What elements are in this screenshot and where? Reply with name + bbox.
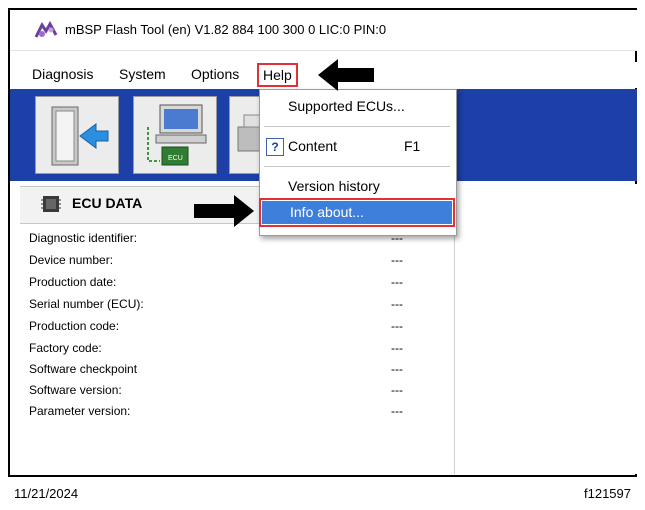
data-value: --- [391, 275, 403, 289]
ecu-connect-button[interactable]: ECU [133, 96, 217, 174]
menu-separator [264, 166, 450, 167]
data-value: --- [391, 297, 403, 311]
data-label: Production code: [29, 319, 120, 333]
data-value: --- [391, 319, 403, 333]
data-row: Software version: --- [25, 383, 445, 401]
pointer-arrow-icon [318, 59, 374, 91]
figure-id: f121597 [584, 486, 631, 501]
menu-system[interactable]: System [119, 66, 166, 82]
data-row: Production date: --- [25, 275, 445, 293]
ecu-chip-icon [41, 196, 61, 212]
menu-item-supported-ecus[interactable]: Supported ECUs... [260, 94, 456, 120]
svg-text:ECU: ECU [168, 155, 183, 162]
mbsp-logo-icon [34, 21, 58, 38]
menu-options[interactable]: Options [191, 66, 239, 82]
help-menu-dropdown: Supported ECUs... ? Content F1 Version h… [259, 89, 457, 236]
data-label: Factory code: [29, 341, 102, 355]
menu-item-shortcut: F1 [404, 138, 421, 154]
data-label: Parameter version: [29, 404, 131, 418]
data-value: --- [391, 383, 403, 397]
data-value: --- [391, 253, 403, 267]
ecu-data-title: ECU DATA [72, 195, 143, 211]
menu-item-label: Info about... [290, 204, 364, 220]
menu-item-label: Content [288, 138, 338, 154]
data-label: Device number: [29, 253, 114, 267]
menu-item-info-about[interactable]: Info about... [259, 198, 455, 227]
menu-item-content[interactable]: ? Content F1 [260, 134, 456, 160]
data-value: --- [391, 404, 403, 418]
data-value: --- [391, 341, 403, 355]
menu-item-label: Version history [288, 178, 380, 194]
menu-item-version-history[interactable]: Version history [260, 174, 456, 200]
exit-door-icon [51, 106, 109, 166]
data-row: Serial number (ECU): --- [25, 297, 445, 315]
menu-item-label: Supported ECUs... [288, 98, 405, 114]
help-question-icon: ? [266, 138, 284, 156]
menu-separator [264, 126, 450, 127]
menu-help[interactable]: Help [257, 63, 298, 87]
pointer-arrow-icon [194, 195, 254, 227]
data-label: Software checkpoint [29, 362, 138, 376]
footer-date: 11/21/2024 [14, 486, 79, 501]
data-row: Parameter version: --- [25, 404, 445, 422]
data-label: Diagnostic identifier: [29, 231, 138, 245]
data-row: Software checkpoint --- [25, 362, 445, 380]
exit-button[interactable] [35, 96, 119, 174]
data-label: Serial number (ECU): [29, 297, 144, 311]
data-row: Device number: --- [25, 253, 445, 271]
title-bar: mBSP Flash Tool (en) V1.82 884 100 300 0… [10, 10, 637, 51]
data-value: --- [391, 362, 403, 376]
side-pane [456, 184, 637, 474]
data-label: Production date: [29, 275, 117, 289]
data-row: Production code: --- [25, 319, 445, 337]
window-title: mBSP Flash Tool (en) V1.82 884 100 300 0… [65, 22, 387, 37]
data-row: Factory code: --- [25, 341, 445, 359]
menu-diagnosis[interactable]: Diagnosis [32, 66, 93, 82]
data-label: Software version: [29, 383, 122, 397]
ecu-computer-icon: ECU [147, 104, 207, 166]
